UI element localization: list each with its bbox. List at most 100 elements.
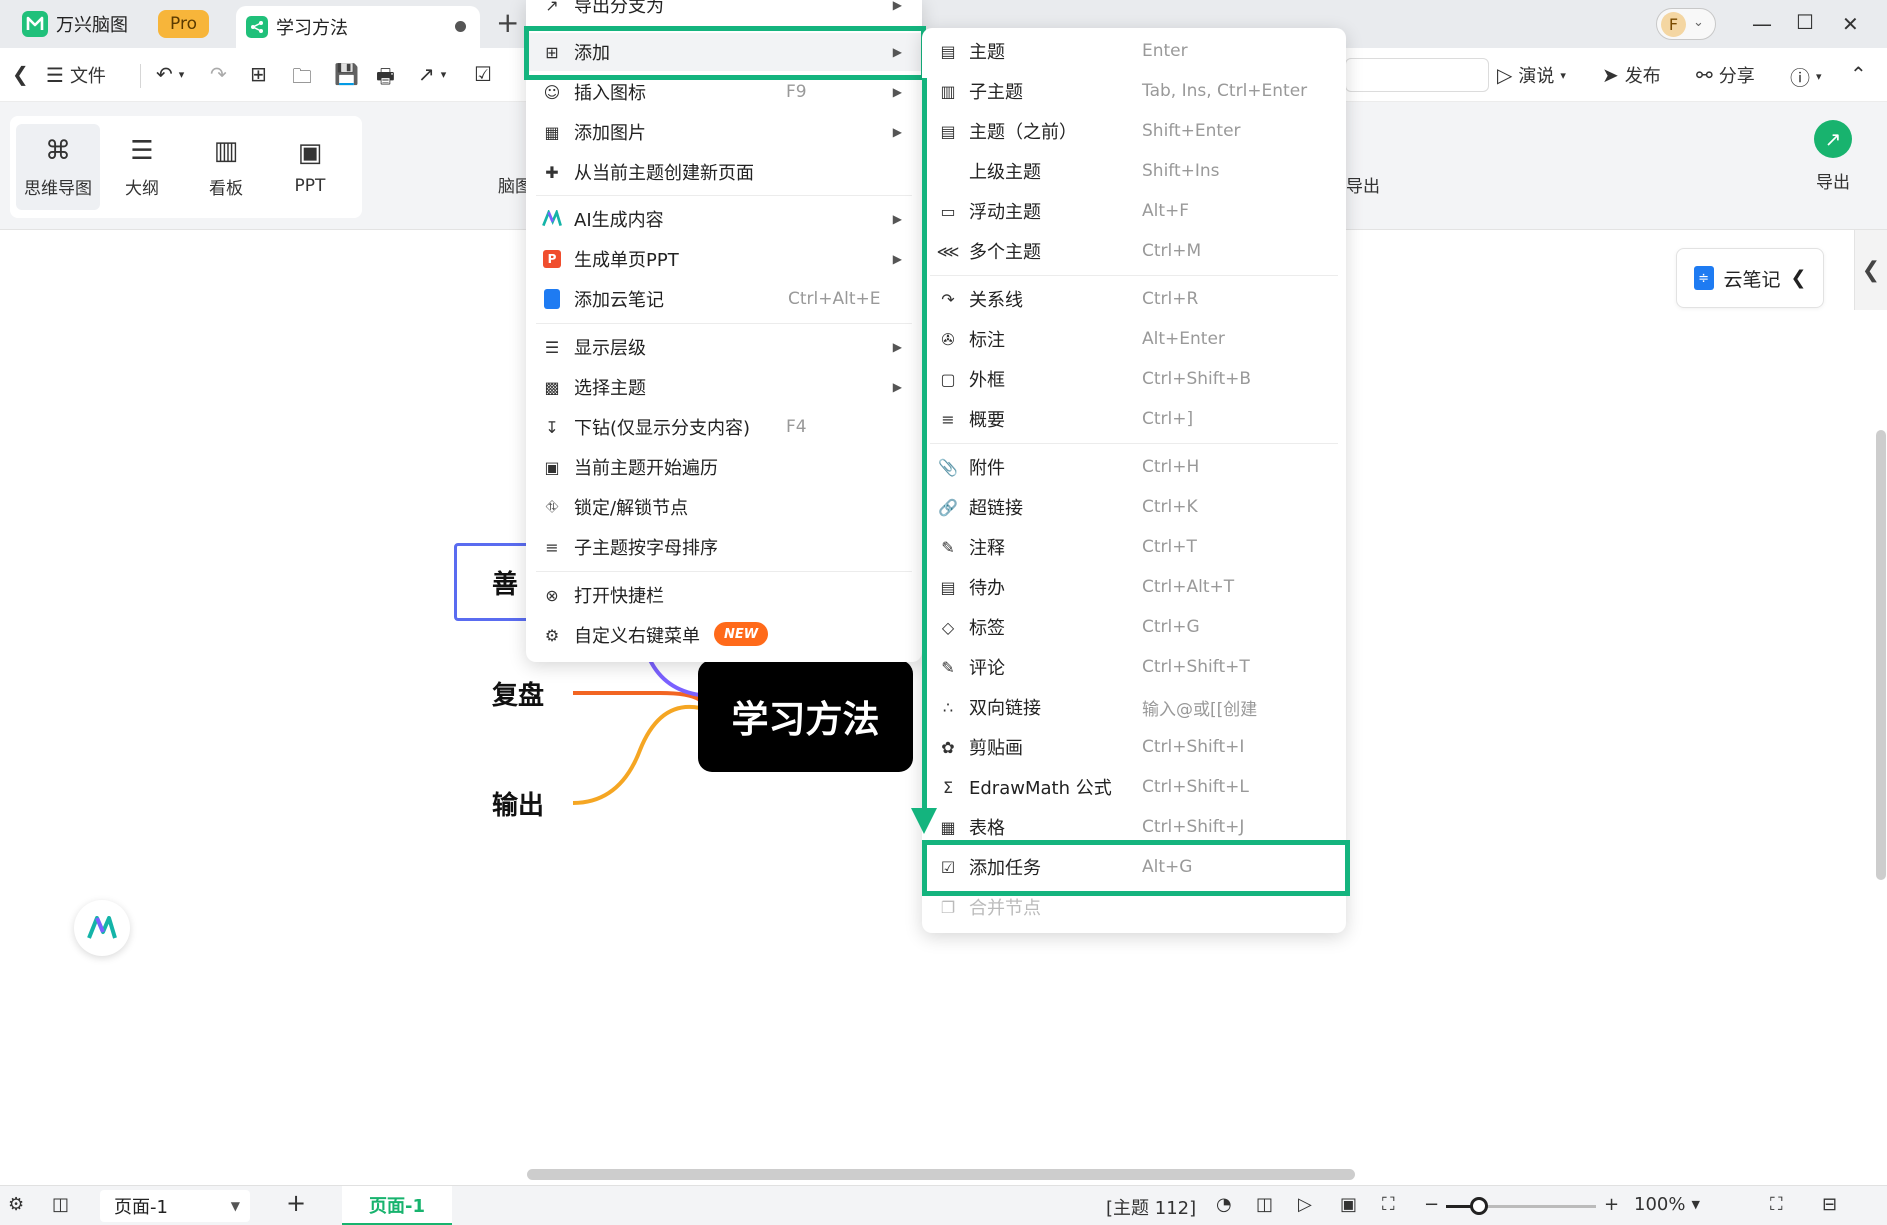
submenu-item-note[interactable]: ✎ 注释 Ctrl+T <box>922 528 1346 566</box>
add-submenu: ▤ 主题 Enter ▥ 子主题 Tab, Ins, Ctrl+Enter ▤ … <box>922 28 1346 933</box>
back-icon[interactable]: ❮ <box>12 62 29 86</box>
view-mindmap-button[interactable]: ⌘ 思维导图 <box>16 124 100 210</box>
horizontal-scrollbar[interactable] <box>527 1169 1355 1180</box>
publish-button[interactable]: ➤ 发布 <box>1602 62 1661 88</box>
app-tab[interactable]: 万兴脑图 <box>12 6 138 42</box>
cloud-note-button[interactable]: ≑ 云笔记 ❮ <box>1676 248 1824 308</box>
submenu-item-shortcut: Shift+Ins <box>1142 161 1220 181</box>
pro-badge[interactable]: Pro <box>158 10 209 38</box>
smile-icon: ☺ <box>543 82 561 102</box>
zoom-slider[interactable] <box>1446 1197 1596 1215</box>
submenu-item-attachment[interactable]: 📎 附件 Ctrl+H <box>922 448 1346 486</box>
present-button[interactable]: ▷ 演说 ▾ <box>1497 62 1566 88</box>
play-icon[interactable]: ▷ <box>1298 1194 1312 1215</box>
minimize-panel-icon[interactable]: ⊟ <box>1822 1194 1837 1215</box>
search-input[interactable] <box>1345 58 1489 92</box>
ppt-badge-icon: P <box>542 249 562 269</box>
menu-item-drill-down[interactable]: ↧ 下钻(仅显示分支内容) F4 <box>526 408 922 446</box>
menu-item-select-topic[interactable]: ▩ 选择主题 ▶ <box>526 368 922 406</box>
submenu-item-relationship[interactable]: ↷ 关系线 Ctrl+R <box>922 280 1346 318</box>
redo-icon[interactable]: ↷ <box>210 62 227 86</box>
menu-item-show-level[interactable]: ☰ 显示层级 ▶ <box>526 328 922 366</box>
menu-item-export-branch[interactable]: ↗ 导出分支为 ▶ <box>526 0 922 24</box>
ai-assistant-button[interactable] <box>74 900 130 956</box>
ribbon-item-partial-right[interactable]: 导出 <box>1346 172 1380 197</box>
open-folder-icon[interactable]: 🗀 <box>292 62 312 96</box>
root-topic[interactable]: 学习方法 <box>698 660 913 772</box>
book-icon[interactable]: ◫ <box>1256 1194 1273 1215</box>
todo-icon: ▤ <box>940 577 956 597</box>
help-icon[interactable]: ⓘ ▾ <box>1790 62 1822 91</box>
export-button[interactable]: ↗ 导出 <box>1800 120 1866 193</box>
zoom-in-icon[interactable]: + <box>1604 1194 1619 1215</box>
submenu-item-clipart[interactable]: ✿ 剪贴画 Ctrl+Shift+I <box>922 728 1346 766</box>
undo-icon[interactable]: ↶ ▾ <box>156 62 184 86</box>
fit-page-icon[interactable]: ▣ <box>1340 1194 1357 1215</box>
user-avatar[interactable]: F ⌄ <box>1656 8 1716 40</box>
submenu-item-callout[interactable]: ✇ 标注 Alt+Enter <box>922 320 1346 358</box>
menu-item-traverse[interactable]: ▣ 当前主题开始遍历 <box>526 448 922 486</box>
new-tab-icon[interactable]: + <box>496 9 519 37</box>
view-ppt-button[interactable]: ▣ PPT <box>268 124 352 210</box>
submenu-item-summary[interactable]: ≡ 概要 Ctrl+] <box>922 400 1346 438</box>
view-kanban-button[interactable]: ▥ 看板 <box>184 124 268 210</box>
fullscreen-icon[interactable]: ⛶ <box>1770 1194 1783 1215</box>
document-tab[interactable]: 学习方法 <box>236 6 480 48</box>
lock-icon: ⛗ <box>545 497 559 516</box>
fullscreen-fit-icon[interactable]: ⛶ <box>1382 1194 1395 1215</box>
submenu-item-hyperlink[interactable]: 🔗 超链接 Ctrl+K <box>922 488 1346 526</box>
submenu-arrow-icon: ▶ <box>892 125 902 139</box>
submenu-item-math[interactable]: Σ EdrawMath 公式 Ctrl+Shift+L <box>922 768 1346 806</box>
vertical-scrollbar[interactable] <box>1876 430 1886 880</box>
topic-partial[interactable]: 善 <box>492 564 518 601</box>
submenu-item-floating-topic[interactable]: ▭ 浮动主题 Alt+F <box>922 192 1346 230</box>
collapse-ribbon-icon[interactable]: ⌃ <box>1850 62 1867 86</box>
submenu-item-todo[interactable]: ▤ 待办 Ctrl+Alt+T <box>922 568 1346 606</box>
submenu-divider <box>930 443 1338 444</box>
page-tab-active[interactable]: 页面-1 <box>342 1186 452 1225</box>
minimize-icon[interactable]: — <box>1752 12 1772 36</box>
submenu-item-subtopic[interactable]: ▥ 子主题 Tab, Ins, Ctrl+Enter <box>922 72 1346 110</box>
menu-item-gen-ppt[interactable]: P 生成单页PPT ▶ <box>526 240 922 278</box>
menu-item-sort[interactable]: ≡ 子主题按字母排序 <box>526 528 922 566</box>
new-file-icon[interactable]: ⊞ <box>250 62 267 86</box>
save-icon[interactable]: 💾 <box>334 62 359 86</box>
menu-item-lock[interactable]: ⛗ 锁定/解锁节点 <box>526 488 922 526</box>
submenu-item-topic-before[interactable]: ▤ 主题（之前） Shift+Enter <box>922 112 1346 150</box>
page-select[interactable]: 页面-1 ▼ <box>100 1190 250 1222</box>
file-menu-button[interactable]: ☰ 文件 <box>46 62 106 88</box>
submenu-item-parent-topic[interactable]: 上级主题 Shift+Ins <box>922 152 1346 190</box>
zoom-slider-knob[interactable] <box>1470 1197 1488 1215</box>
maximize-icon[interactable]: ☐ <box>1796 10 1814 34</box>
menu-item-customize[interactable]: ⚙ 自定义右键菜单 NEW <box>526 616 922 654</box>
theme-icon[interactable]: ◔ <box>1216 1194 1232 1215</box>
topic-review[interactable]: 复盘 <box>492 675 544 712</box>
zoom-level[interactable]: 100% ▼ <box>1634 1194 1700 1215</box>
menu-item-add-image[interactable]: ▦ 添加图片 ▶ <box>526 113 922 151</box>
submenu-item-multiple-topics[interactable]: ⋘ 多个主题 Ctrl+M <box>922 232 1346 270</box>
view-outline-button[interactable]: ☰ 大纲 <box>100 124 184 210</box>
zoom-out-icon[interactable]: − <box>1424 1194 1439 1215</box>
menu-item-quickbar[interactable]: ⊗ 打开快捷栏 <box>526 576 922 614</box>
menu-item-new-page[interactable]: ✚ 从当前主题创建新页面 <box>526 153 922 191</box>
submenu-item-topic[interactable]: ▤ 主题 Enter <box>922 32 1346 70</box>
submenu-item-boundary[interactable]: ▢ 外框 Ctrl+Shift+B <box>922 360 1346 398</box>
topic-output[interactable]: 输出 <box>492 785 544 822</box>
share-button[interactable]: ⚯ 分享 <box>1696 62 1755 88</box>
submenu-item-comment[interactable]: ✎ 评论 Ctrl+Shift+T <box>922 648 1346 686</box>
close-window-icon[interactable]: ✕ <box>1842 12 1859 36</box>
panel-toggle-icon[interactable]: ◫ <box>52 1194 69 1215</box>
menu-item-ai-generate[interactable]: AI生成内容 ▶ <box>526 200 922 238</box>
menu-item-add-cloud-note[interactable]: 添加云笔记 Ctrl+Alt+E <box>526 280 922 318</box>
context-menu: ↗ 导出分支为 ▶ ⊞ 添加 ▶ ☺ 插入图标 F9 ▶ ▦ 添加图片 ▶ ✚ … <box>526 0 922 662</box>
unsaved-dot-icon[interactable] <box>455 21 466 32</box>
submenu-item-bilink[interactable]: ∴ 双向链接 输入@或[[创建 <box>922 688 1346 726</box>
task-check-icon[interactable]: ☑ <box>474 62 492 86</box>
add-page-icon[interactable]: + <box>286 1189 306 1217</box>
submenu-item-tag[interactable]: ◇ 标签 Ctrl+G <box>922 608 1346 646</box>
submenu-item-label: 外框 <box>969 370 1005 391</box>
side-panel-toggle[interactable]: ❮ <box>1854 230 1887 310</box>
list-settings-icon[interactable]: ⚙ <box>8 1194 24 1215</box>
export-share-icon[interactable]: ↗ ▾ <box>418 62 446 86</box>
print-icon[interactable]: 🖶 <box>376 62 395 96</box>
